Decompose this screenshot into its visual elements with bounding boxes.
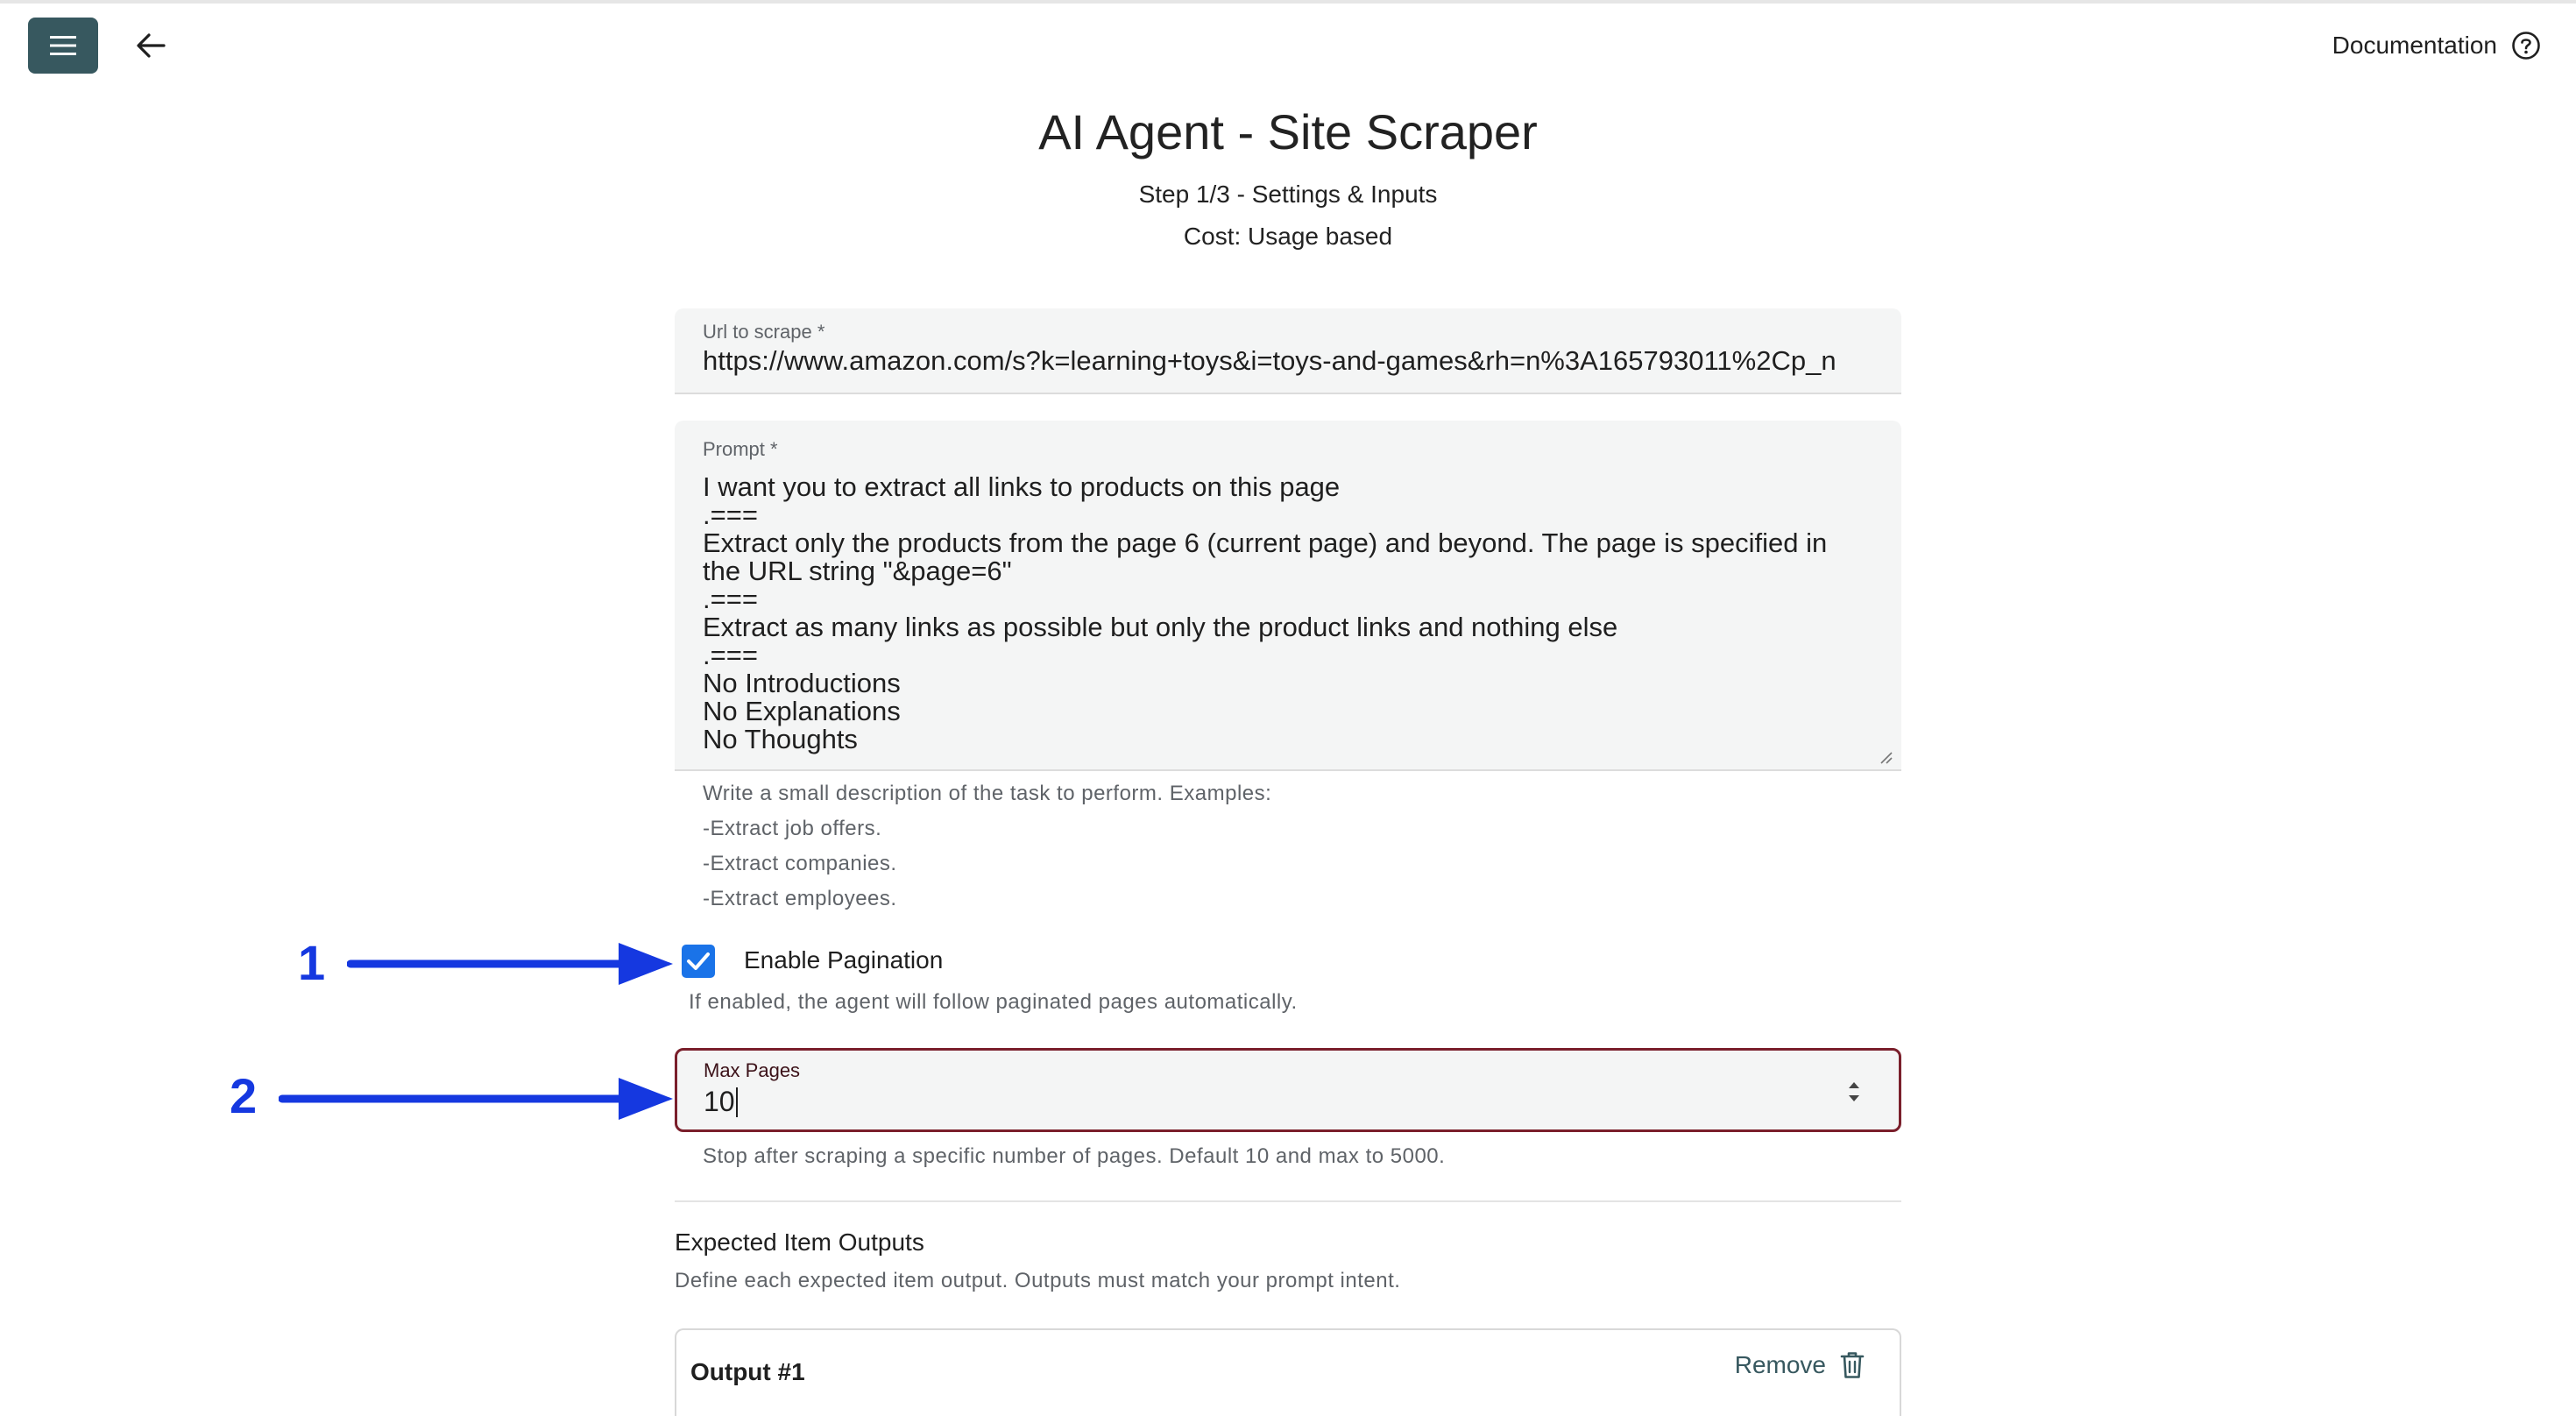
pagination-hint: If enabled, the agent will follow pagina… <box>689 990 1298 1014</box>
annotation-arrow-2 <box>279 1078 673 1120</box>
page-title: AI Agent - Site Scraper <box>1038 104 1538 159</box>
output-card: Output #1 Remove <box>675 1328 1901 1416</box>
documentation-label: Documentation <box>2332 32 2497 59</box>
prompt-hint: Write a small description of the task to… <box>703 782 1272 805</box>
prompt-hint-example: -Extract employees. <box>703 887 897 910</box>
prompt-hint-example: -Extract job offers. <box>703 817 882 840</box>
remove-output-button[interactable]: Remove <box>1735 1351 1865 1379</box>
outputs-section-description: Define each expected item output. Output… <box>675 1269 1401 1292</box>
max-pages-input[interactable]: 10 <box>704 1086 738 1118</box>
text-caret <box>735 1087 738 1117</box>
max-pages-hint: Stop after scraping a specific number of… <box>703 1144 1446 1168</box>
documentation-link[interactable]: Documentation <box>2332 23 2541 68</box>
checkmark-icon <box>687 952 710 970</box>
url-field[interactable]: Url to scrape * https://www.amazon.com/s… <box>675 308 1901 394</box>
cost-text: Cost: Usage based <box>1183 223 1393 250</box>
step-indicator: Step 1/3 - Settings & Inputs <box>1138 181 1438 208</box>
max-pages-value: 10 <box>704 1086 735 1117</box>
arrow-left-icon <box>137 33 166 58</box>
enable-pagination-label[interactable]: Enable Pagination <box>744 946 943 974</box>
trash-icon <box>1840 1352 1865 1378</box>
annotation-number-1: 1 <box>298 935 326 990</box>
help-circle-icon <box>2512 32 2540 60</box>
annotation-arrow-1 <box>347 943 673 985</box>
max-pages-label: Max Pages <box>704 1059 801 1081</box>
enable-pagination-checkbox[interactable] <box>682 945 715 978</box>
back-button[interactable] <box>126 21 175 70</box>
top-border <box>0 0 2576 4</box>
output-title: Output #1 <box>690 1358 805 1385</box>
number-spinner-icon[interactable] <box>1844 1077 1864 1107</box>
section-divider <box>675 1200 1901 1202</box>
url-input[interactable]: https://www.amazon.com/s?k=learning+toys… <box>703 345 1873 377</box>
resize-handle-icon[interactable] <box>1877 748 1893 764</box>
prompt-field[interactable]: Prompt * I want you to extract all links… <box>675 421 1901 771</box>
prompt-hint-example: -Extract companies. <box>703 852 897 875</box>
hamburger-menu-icon <box>50 36 76 55</box>
max-pages-field[interactable]: Max Pages 10 <box>675 1048 1901 1132</box>
prompt-textarea[interactable]: I want you to extract all links to produ… <box>703 473 1866 754</box>
outputs-section-title: Expected Item Outputs <box>675 1228 924 1256</box>
prompt-field-label: Prompt * <box>703 438 778 460</box>
remove-label: Remove <box>1734 1351 1826 1378</box>
url-field-label: Url to scrape * <box>703 321 825 343</box>
menu-button[interactable] <box>28 18 98 74</box>
annotation-number-2: 2 <box>230 1068 258 1123</box>
